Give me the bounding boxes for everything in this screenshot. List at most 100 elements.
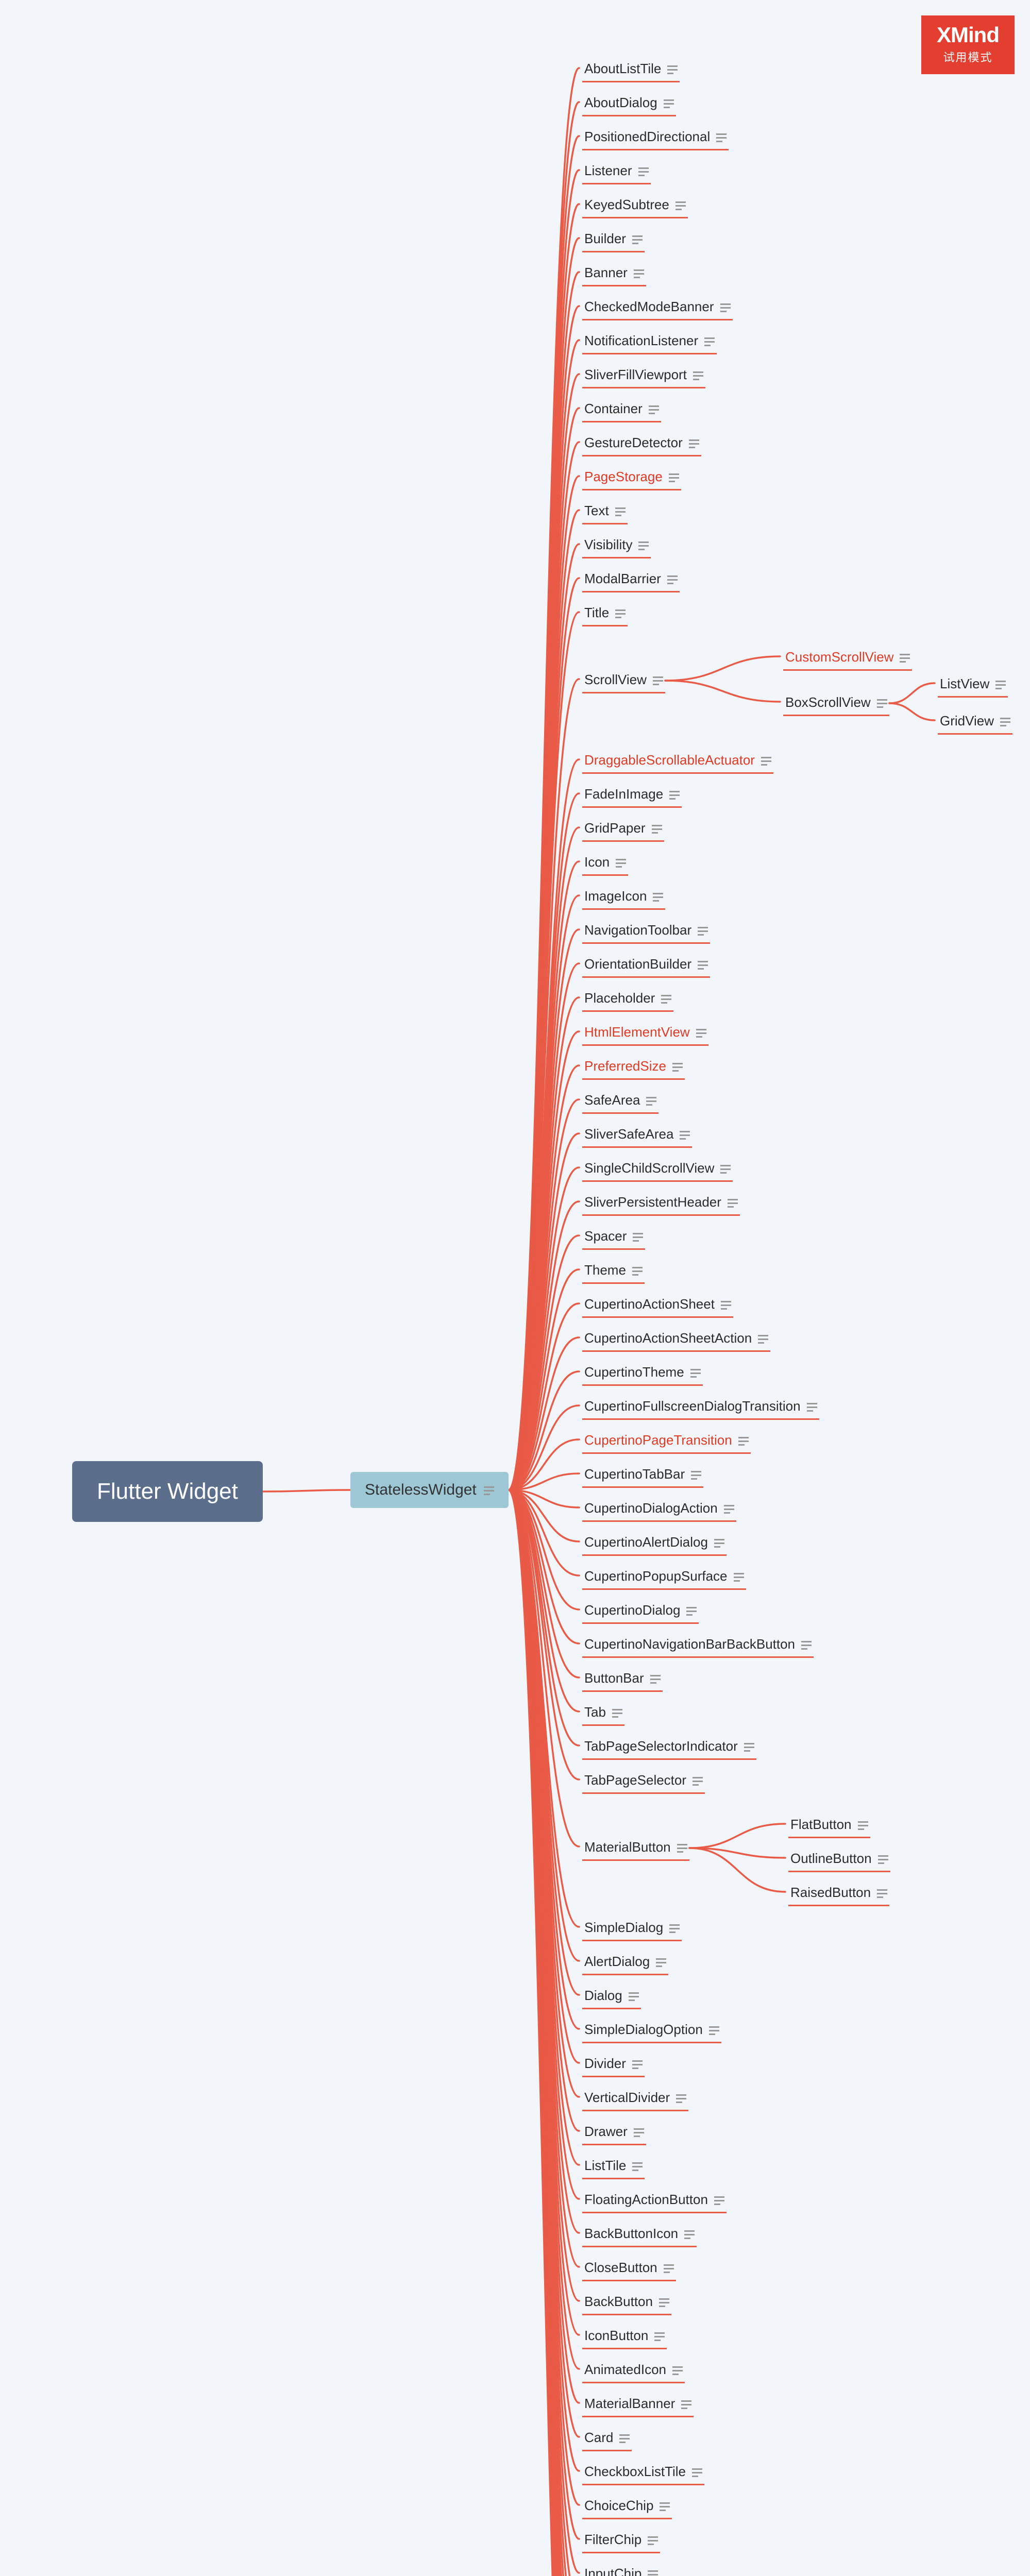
leaf-cupertinodialogaction[interactable]: CupertinoDialogAction <box>582 1496 736 1522</box>
outlinebutton-node[interactable]: OutlineButton <box>788 1846 890 1872</box>
leaf-cupertinotabbar[interactable]: CupertinoTabBar <box>582 1462 703 1488</box>
leaf-cupertinoactionsheet[interactable]: CupertinoActionSheet <box>582 1292 733 1318</box>
leaf-cupertinotheme[interactable]: CupertinoTheme <box>582 1360 703 1386</box>
stateless-widget-node[interactable]: StatelessWidget <box>350 1472 509 1508</box>
leaf-cupertinoactionsheetaction[interactable]: CupertinoActionSheetAction <box>582 1326 770 1352</box>
leaf-sliverfillviewport[interactable]: SliverFillViewport <box>582 363 705 388</box>
leaf-checkedmodebanner[interactable]: CheckedModeBanner <box>582 295 733 320</box>
leaf-spacer[interactable]: Spacer <box>582 1224 645 1250</box>
leaf-dialog[interactable]: Dialog <box>582 1984 641 2009</box>
leaf-visibility[interactable]: Visibility <box>582 533 651 558</box>
leaf-divider[interactable]: Divider <box>582 2052 645 2077</box>
leaf-backbutton[interactable]: BackButton <box>582 2290 671 2315</box>
leaf-placeholder[interactable]: Placeholder <box>582 986 673 1012</box>
node-label: Visibility <box>584 537 632 553</box>
scrollview-node[interactable]: ScrollView <box>582 668 665 693</box>
leaf-navigationtoolbar[interactable]: NavigationToolbar <box>582 918 710 944</box>
leaf-cupertinofullscreendialogtransition[interactable]: CupertinoFullscreenDialogTransition <box>582 1394 819 1420</box>
leaf-keyedsubtree[interactable]: KeyedSubtree <box>582 193 688 218</box>
leaf-card[interactable]: Card <box>582 2426 632 2451</box>
mindmap-canvas[interactable]: Flutter Widget StatelessWidget AboutList… <box>0 0 1030 2576</box>
leaf-tabpageselectorindicator[interactable]: TabPageSelectorIndicator <box>582 1734 756 1760</box>
listview-node[interactable]: ListView <box>938 672 1008 698</box>
boxscrollview-node[interactable]: BoxScrollView <box>783 690 889 716</box>
leaf-positioneddirectional[interactable]: PositionedDirectional <box>582 125 729 150</box>
leaf-closebutton[interactable]: CloseButton <box>582 2256 676 2281</box>
leaf-text[interactable]: Text <box>582 499 628 524</box>
node-label: FadeInImage <box>584 786 663 802</box>
node-label: PositionedDirectional <box>584 129 710 145</box>
leaf-fadeinimage[interactable]: FadeInImage <box>582 782 682 808</box>
leaf-aboutlisttile[interactable]: AboutListTile <box>582 57 680 82</box>
notes-icon <box>669 472 679 482</box>
leaf-modalbarrier[interactable]: ModalBarrier <box>582 567 680 592</box>
node-label: SliverFillViewport <box>584 367 687 383</box>
node-label: HtmlElementView <box>584 1024 690 1040</box>
flatbutton-node[interactable]: FlatButton <box>788 1812 870 1838</box>
leaf-preferredsize[interactable]: PreferredSize <box>582 1054 685 1080</box>
leaf-cupertinonavigationbarbackbutton[interactable]: CupertinoNavigationBarBackButton <box>582 1632 814 1658</box>
mid-label: StatelessWidget <box>365 1481 477 1499</box>
notes-icon <box>664 98 674 108</box>
customscrollview-node[interactable]: CustomScrollView <box>783 645 912 671</box>
leaf-verticaldivider[interactable]: VerticalDivider <box>582 2086 688 2111</box>
node-label: ModalBarrier <box>584 571 661 587</box>
leaf-safearea[interactable]: SafeArea <box>582 1088 658 1114</box>
leaf-alertdialog[interactable]: AlertDialog <box>582 1950 668 1975</box>
leaf-banner[interactable]: Banner <box>582 261 646 286</box>
leaf-builder[interactable]: Builder <box>582 227 645 252</box>
leaf-container[interactable]: Container <box>582 397 661 422</box>
leaf-gridpaper[interactable]: GridPaper <box>582 816 664 842</box>
leaf-iconbutton[interactable]: IconButton <box>582 2324 667 2349</box>
node-label: DraggableScrollableActuator <box>584 752 755 768</box>
leaf-materialbanner[interactable]: MaterialBanner <box>582 2392 694 2417</box>
materialbutton-node[interactable]: MaterialButton <box>582 1835 689 1861</box>
gridview-node[interactable]: GridView <box>938 709 1012 735</box>
notes-icon <box>667 64 678 74</box>
root-node[interactable]: Flutter Widget <box>72 1461 263 1522</box>
notes-icon <box>720 1164 731 1173</box>
leaf-floatingactionbutton[interactable]: FloatingActionButton <box>582 2188 727 2213</box>
leaf-singlechildscrollview[interactable]: SingleChildScrollView <box>582 1156 733 1182</box>
leaf-imageicon[interactable]: ImageIcon <box>582 884 665 910</box>
leaf-sliverpersistentheader[interactable]: SliverPersistentHeader <box>582 1190 740 1216</box>
leaf-drawer[interactable]: Drawer <box>582 2120 646 2145</box>
notes-icon <box>633 1232 643 1241</box>
leaf-choicechip[interactable]: ChoiceChip <box>582 2494 672 2519</box>
notes-icon <box>693 370 703 380</box>
leaf-pagestorage[interactable]: PageStorage <box>582 465 681 490</box>
leaf-icon[interactable]: Icon <box>582 850 628 876</box>
leaf-backbuttonicon[interactable]: BackButtonIcon <box>582 2222 697 2247</box>
watermark-trial: 试用模式 <box>937 48 999 65</box>
leaf-tab[interactable]: Tab <box>582 1700 624 1726</box>
leaf-htmlelementview[interactable]: HtmlElementView <box>582 1020 708 1046</box>
leaf-cupertinodialog[interactable]: CupertinoDialog <box>582 1598 699 1624</box>
leaf-notificationlistener[interactable]: NotificationListener <box>582 329 717 354</box>
leaf-sliversafearea[interactable]: SliverSafeArea <box>582 1122 692 1148</box>
leaf-buttonbar[interactable]: ButtonBar <box>582 1666 663 1692</box>
leaf-draggablescrollableactuator[interactable]: DraggableScrollableActuator <box>582 748 773 774</box>
node-label: PreferredSize <box>584 1058 666 1074</box>
raisedbutton-node[interactable]: RaisedButton <box>788 1880 889 1906</box>
notes-icon <box>698 926 708 935</box>
leaf-title[interactable]: Title <box>582 601 628 626</box>
leaf-orientationbuilder[interactable]: OrientationBuilder <box>582 952 710 978</box>
leaf-gesturedetector[interactable]: GestureDetector <box>582 431 701 456</box>
leaf-cupertinopagetransition[interactable]: CupertinoPageTransition <box>582 1428 751 1454</box>
leaf-cupertinopopupsurface[interactable]: CupertinoPopupSurface <box>582 1564 746 1590</box>
notes-icon <box>629 1991 639 2001</box>
leaf-simpledialog[interactable]: SimpleDialog <box>582 1916 682 1941</box>
leaf-checkboxlisttile[interactable]: CheckboxListTile <box>582 2460 704 2485</box>
leaf-theme[interactable]: Theme <box>582 1258 645 1284</box>
leaf-animatedicon[interactable]: AnimatedIcon <box>582 2358 685 2383</box>
leaf-listtile[interactable]: ListTile <box>582 2154 645 2179</box>
leaf-inputchip[interactable]: InputChip <box>582 2562 660 2576</box>
leaf-tabpageselector[interactable]: TabPageSelector <box>582 1768 705 1794</box>
leaf-listener[interactable]: Listener <box>582 159 651 184</box>
notes-icon <box>664 2263 674 2273</box>
leaf-aboutdialog[interactable]: AboutDialog <box>582 91 676 116</box>
leaf-simpledialogoption[interactable]: SimpleDialogOption <box>582 2018 721 2043</box>
leaf-cupertinoalertdialog[interactable]: CupertinoAlertDialog <box>582 1530 727 1556</box>
node-label: Icon <box>584 854 610 870</box>
leaf-filterchip[interactable]: FilterChip <box>582 2528 660 2553</box>
